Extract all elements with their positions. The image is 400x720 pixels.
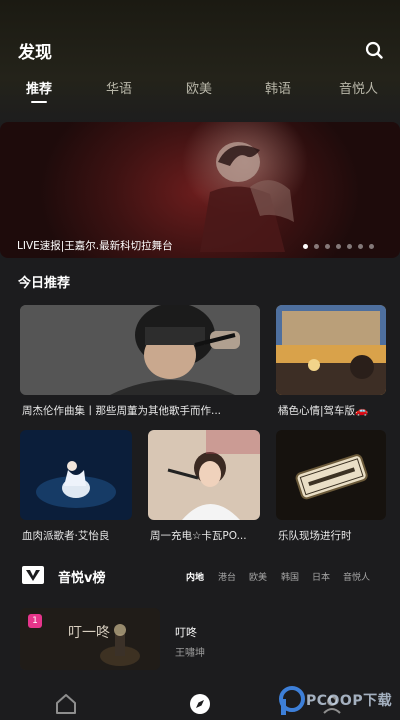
region-tab-western[interactable]: 欧美	[249, 570, 267, 583]
carousel-dot[interactable]	[358, 244, 363, 249]
carousel-dot[interactable]	[314, 244, 319, 249]
carousel-dot[interactable]	[325, 244, 330, 249]
banner-image	[200, 142, 294, 252]
song-artist: 王嘯坤	[175, 648, 205, 659]
compass-icon[interactable]	[188, 692, 212, 716]
tab-chinese[interactable]: 华语	[106, 78, 132, 97]
category-tabs: 推荐 华语 欧美 韩语 音悦人	[0, 78, 400, 103]
playlist-card-cover[interactable]	[276, 430, 386, 520]
playlist-card-label[interactable]: 血肉派歌者·艾怡良	[22, 528, 132, 543]
song-title: 叮咚	[175, 626, 197, 639]
illustration-image	[276, 305, 386, 395]
carousel-dot[interactable]	[303, 244, 308, 249]
playlist-card-label[interactable]: 周一充电☆卡瓦PO...	[150, 528, 262, 543]
playlist-card-cover[interactable]	[148, 430, 260, 520]
playlist-card-cover[interactable]	[20, 305, 260, 395]
portrait-image	[20, 305, 260, 395]
watermark-text: PCOOP下载	[306, 693, 393, 709]
banner-caption: LIVE速报|王嘉尔.最新科切拉舞台	[17, 240, 173, 252]
watermark: PCOOP下载	[276, 684, 400, 718]
section-title-today: 今日推荐	[18, 276, 71, 291]
rank-badge: 1	[28, 614, 42, 628]
watermark-logo-icon	[279, 686, 305, 715]
region-tab-mainland[interactable]: 内地	[186, 570, 204, 583]
carousel-dot[interactable]	[336, 244, 341, 249]
home-icon[interactable]	[54, 692, 78, 716]
region-tab-yinyueren[interactable]: 音悦人	[343, 570, 370, 583]
region-tab-japan[interactable]: 日本	[312, 570, 330, 583]
region-tab-hktw[interactable]: 港台	[218, 570, 236, 583]
performer-image	[20, 430, 132, 520]
playlist-card-label[interactable]: 周杰伦作曲集丨那些周董为其他歌手而作...	[22, 403, 258, 418]
chart-list-item[interactable]: 1 叮一咚 叮咚 王嘯坤	[20, 608, 380, 670]
carousel-dots	[303, 244, 374, 249]
playlist-card-label[interactable]: 橘色心情|驾车版🚗	[278, 403, 388, 418]
singer-image	[148, 430, 260, 520]
tab-korean[interactable]: 韩语	[265, 78, 291, 97]
region-tab-korea[interactable]: 韩国	[281, 570, 299, 583]
tab-western[interactable]: 欧美	[186, 78, 212, 97]
header: 发现	[0, 36, 400, 66]
page-title: 发现	[18, 43, 52, 63]
tab-recommend[interactable]: 推荐	[26, 78, 52, 103]
playlist-card-cover[interactable]	[20, 430, 132, 520]
school-sign-image	[276, 430, 386, 520]
cover-title-text: 叮一咚	[68, 625, 110, 641]
banner-carousel[interactable]: LIVE速报|王嘉尔.最新科切拉舞台	[0, 122, 400, 258]
carousel-dot[interactable]	[347, 244, 352, 249]
vbang-title: 音悦v榜	[58, 571, 106, 586]
vbang-header: 音悦v榜 内地 港台 欧美 韩国 日本 音悦人	[0, 564, 400, 588]
search-icon[interactable]	[364, 40, 384, 60]
playlist-card-cover[interactable]	[276, 305, 386, 395]
chart-cover: 1 叮一咚	[20, 608, 160, 670]
tab-yinyueren[interactable]: 音悦人	[339, 78, 378, 97]
carousel-dot[interactable]	[369, 244, 374, 249]
playlist-card-label[interactable]: 乐队现场进行时	[278, 528, 388, 543]
v-logo-icon	[22, 566, 44, 584]
